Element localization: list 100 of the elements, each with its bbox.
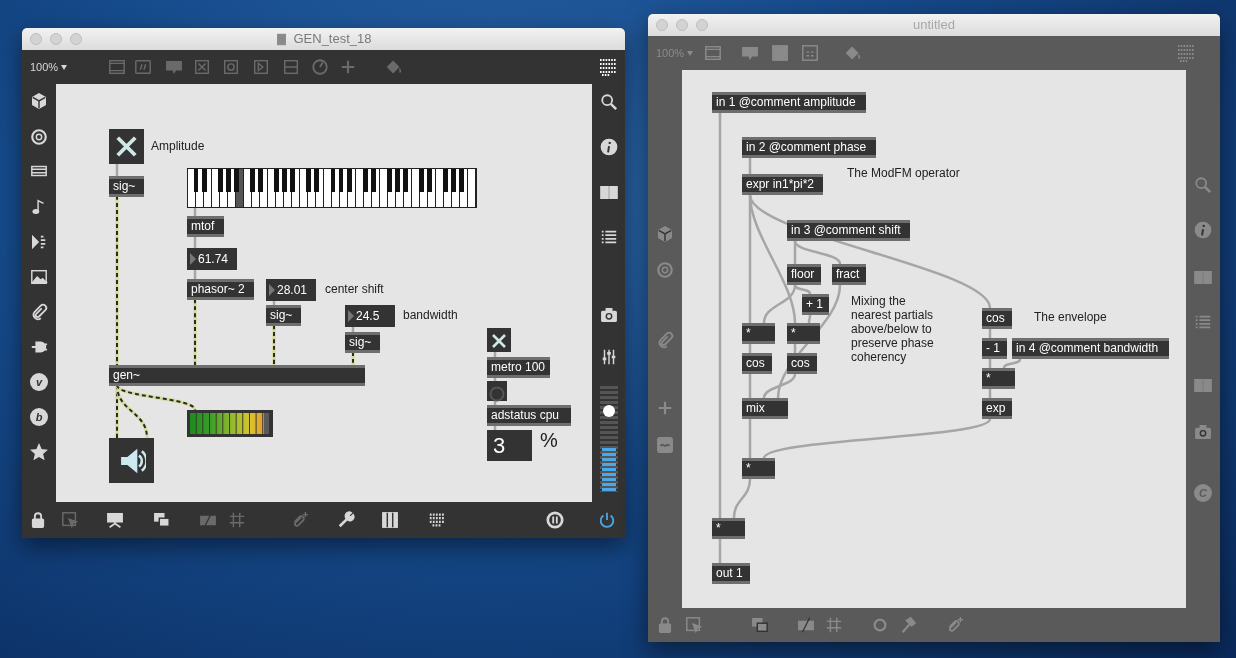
comment-icon[interactable] [165, 58, 183, 76]
paperclip-plus-icon[interactable] [946, 616, 964, 634]
object-box: expr in1*pi*2 [742, 174, 823, 195]
sidebar-letter-icon[interactable]: v [30, 373, 48, 391]
toggle[interactable] [109, 129, 144, 164]
window-control-button[interactable] [656, 19, 668, 31]
volume-slider[interactable] [599, 386, 618, 492]
number-box[interactable]: 3 [487, 430, 532, 461]
hammer-icon[interactable] [899, 616, 917, 634]
comment-text: The ModFM operator [847, 166, 960, 180]
grid-icon[interactable] [825, 616, 843, 634]
comment-text: bandwidth [403, 308, 458, 322]
slider-icon[interactable] [282, 58, 300, 76]
button-icon[interactable] [222, 58, 240, 76]
camera-icon[interactable] [599, 306, 618, 324]
dial-icon[interactable] [311, 58, 329, 76]
wrench-icon[interactable] [337, 511, 355, 529]
circle-icon[interactable] [871, 616, 889, 634]
signal-cord [351, 351, 355, 366]
object-box: in 1 @comment amplitude [712, 92, 866, 113]
image-icon[interactable] [30, 268, 48, 286]
tilde-icon[interactable] [656, 436, 674, 454]
object-box: * [787, 323, 820, 344]
object-box: sig~ [345, 332, 380, 353]
plus-icon[interactable] [339, 58, 357, 76]
object-box: - 1 [982, 338, 1007, 359]
star-icon[interactable] [30, 443, 48, 461]
object-box: * [712, 518, 745, 539]
grid-icon[interactable] [228, 511, 246, 529]
dot-grid-icon[interactable] [1176, 43, 1196, 63]
presentation-icon[interactable] [106, 511, 124, 529]
windows-icon[interactable] [153, 511, 171, 529]
patcher-icon[interactable] [771, 44, 789, 62]
patch-cord [1002, 358, 1022, 369]
paperclip-icon[interactable] [656, 331, 674, 349]
sidebar-letter-icon[interactable]: b [30, 408, 48, 426]
comment-text: Amplitude [151, 139, 205, 153]
comment-text: % [540, 433, 558, 447]
object-box: + 1 [802, 294, 829, 315]
object-box: * [742, 458, 775, 479]
signal-cord [272, 324, 276, 366]
number-box[interactable]: 24.5 [345, 305, 395, 327]
audio-output-button[interactable] [109, 438, 154, 483]
object-box: mtof [187, 216, 224, 237]
window-control-button[interactable] [70, 33, 82, 45]
object-box: in 2 @comment phase [742, 137, 876, 158]
object-box: fract [832, 264, 866, 285]
search-icon[interactable] [599, 93, 618, 111]
number-box[interactable]: 61.74 [187, 248, 237, 270]
window-control-button[interactable] [30, 33, 42, 45]
paperclip-icon[interactable] [30, 303, 48, 321]
toggle-icon[interactable] [193, 58, 211, 76]
comment-text: center shift [325, 282, 384, 296]
select-cursor-icon[interactable] [61, 511, 79, 529]
object-box: floor [787, 264, 821, 285]
signal-cord [193, 298, 197, 366]
object-box: cos [982, 308, 1012, 329]
list-icon[interactable] [599, 228, 618, 246]
windows-icon[interactable] [751, 616, 769, 634]
patch-cord [718, 539, 722, 563]
piano-icon[interactable] [381, 511, 399, 529]
playlist-icon[interactable] [30, 233, 48, 251]
toggle[interactable] [487, 328, 511, 352]
zoom-dropdown[interactable]: 100% [30, 58, 74, 76]
dot-grid-icon[interactable] [598, 57, 618, 77]
window-control-button[interactable] [676, 19, 688, 31]
select-cursor-icon[interactable] [685, 616, 703, 634]
output-meter-drawing [601, 448, 616, 492]
power-icon[interactable] [598, 511, 616, 529]
window-control-button[interactable] [696, 19, 708, 31]
lock-icon[interactable] [29, 511, 47, 529]
paint-bucket-icon[interactable] [844, 44, 862, 62]
document-icon[interactable] [275, 32, 289, 46]
plus-icon[interactable] [656, 399, 674, 417]
message-box-icon[interactable] [134, 58, 152, 76]
hide-icon[interactable] [797, 616, 815, 634]
bang-button[interactable] [487, 381, 507, 401]
object-box: sig~ [109, 176, 144, 197]
number-box-icon[interactable] [252, 58, 270, 76]
object-box: gen~ [109, 365, 365, 386]
object-box-icon[interactable] [704, 44, 722, 62]
object-box: out 1 [712, 563, 750, 584]
cube-icon[interactable] [30, 92, 48, 110]
number-box[interactable]: 28.01 [266, 279, 316, 301]
paperclip-plus-icon[interactable] [291, 511, 309, 529]
piano-keyboard[interactable] [187, 168, 477, 208]
book-icon[interactable] [599, 183, 618, 201]
keyboard-icon[interactable] [428, 511, 446, 529]
object-box: sig~ [266, 305, 301, 326]
slider-thumb[interactable] [602, 405, 615, 418]
camera-icon[interactable] [1194, 423, 1212, 441]
comment-icon[interactable] [741, 44, 759, 62]
object-box: in 4 @comment bandwidth [1012, 338, 1169, 359]
object-box: cos [787, 353, 817, 374]
object-box-icon[interactable] [108, 58, 126, 76]
window-control-button[interactable] [50, 33, 62, 45]
pause-icon[interactable] [546, 511, 564, 529]
paint-bucket-icon[interactable] [385, 58, 403, 76]
object-box: cos [742, 353, 772, 374]
code-icon[interactable] [801, 44, 819, 62]
